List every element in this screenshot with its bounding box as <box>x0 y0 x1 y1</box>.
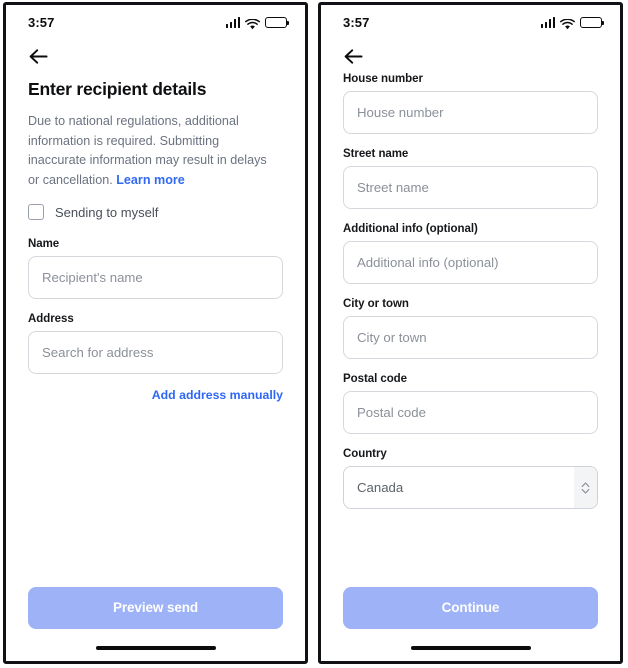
additional-info-input[interactable] <box>343 241 598 284</box>
learn-more-link[interactable]: Learn more <box>116 173 185 187</box>
field-country: Country Canada <box>343 448 598 509</box>
battery-icon <box>265 16 289 28</box>
wifi-icon <box>245 17 260 29</box>
field-label-country: Country <box>343 448 387 460</box>
nav-bar <box>321 39 620 73</box>
screen-content: House number Street name Additional info… <box>321 73 620 587</box>
status-bar: 3:57 <box>321 5 620 39</box>
footer: Continue <box>321 586 620 662</box>
field-label-postal-code: Postal code <box>343 373 407 385</box>
back-arrow-icon[interactable] <box>343 46 363 66</box>
field-postal-code: Postal code <box>343 373 598 434</box>
status-bar: 3:57 <box>6 5 305 39</box>
field-street-name: Street name <box>343 148 598 209</box>
cellular-signal-icon <box>225 16 240 28</box>
add-address-manually-link[interactable]: Add address manually <box>28 388 283 402</box>
street-name-input[interactable] <box>343 166 598 209</box>
field-label-address: Address <box>28 313 74 325</box>
phone-screen-recipient-details: 3:57 Enter recipient details Due to nati… <box>3 2 308 664</box>
sending-to-myself-checkbox[interactable] <box>28 204 44 220</box>
battery-icon <box>580 16 604 28</box>
nav-bar <box>6 39 305 73</box>
sending-to-myself-checkbox-row[interactable]: Sending to myself <box>28 204 283 220</box>
continue-button[interactable]: Continue <box>343 586 598 629</box>
phone-screen-address-details: 3:57 House number Street name <box>318 2 623 664</box>
home-indicator <box>410 645 531 650</box>
name-input[interactable] <box>28 256 283 299</box>
address-input[interactable] <box>28 331 283 374</box>
field-address: Address <box>28 313 283 374</box>
status-bar-time: 3:57 <box>343 14 370 30</box>
country-select-wrap: Canada <box>343 466 598 509</box>
footer: Preview send <box>6 586 305 662</box>
intro-paragraph: Due to national regulations, additional … <box>28 112 278 190</box>
sending-to-myself-label: Sending to myself <box>55 204 159 220</box>
field-name: Name <box>28 238 283 299</box>
country-select[interactable]: Canada <box>343 466 598 509</box>
page-title: Enter recipient details <box>28 79 207 99</box>
back-arrow-icon[interactable] <box>28 46 48 66</box>
status-bar-icons <box>225 16 289 29</box>
field-label-house-number: House number <box>343 73 423 85</box>
status-bar-time: 3:57 <box>28 14 55 30</box>
wifi-icon <box>560 17 575 29</box>
field-label-name: Name <box>28 238 60 250</box>
field-house-number: House number <box>343 73 598 134</box>
house-number-input[interactable] <box>343 91 598 134</box>
city-or-town-input[interactable] <box>343 316 598 359</box>
home-indicator <box>95 645 216 650</box>
preview-send-button[interactable]: Preview send <box>28 586 283 629</box>
status-bar-icons <box>540 16 604 29</box>
cellular-signal-icon <box>540 16 555 28</box>
screen-content: Enter recipient details Due to national … <box>6 73 305 587</box>
postal-code-input[interactable] <box>343 391 598 434</box>
field-label-street-name: Street name <box>343 148 409 160</box>
screenshot-canvas: 3:57 Enter recipient details Due to nati… <box>0 0 628 668</box>
field-label-additional-info: Additional info (optional) <box>343 223 478 235</box>
field-label-city-or-town: City or town <box>343 298 409 310</box>
field-additional-info: Additional info (optional) <box>343 223 598 284</box>
field-city-or-town: City or town <box>343 298 598 359</box>
